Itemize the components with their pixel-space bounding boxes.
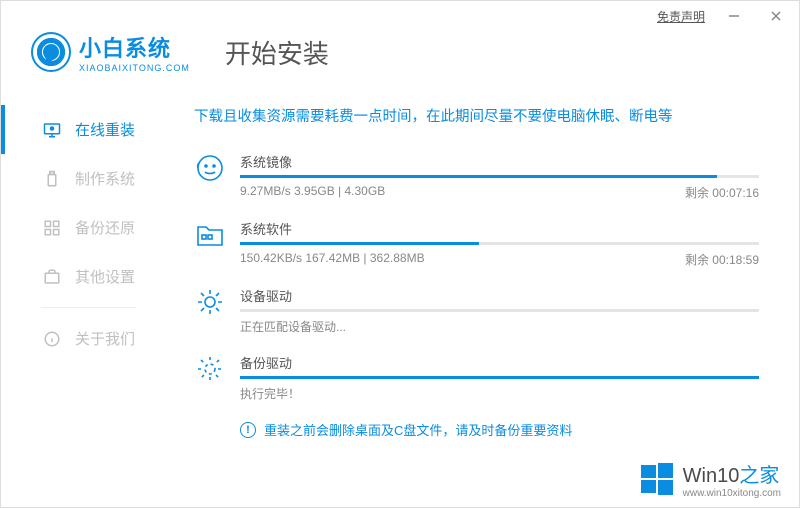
progress-bar — [240, 309, 759, 312]
task-title: 设备驱动 — [240, 286, 759, 305]
windows-icon — [639, 461, 675, 497]
brand-subtitle: XIAOBAIXITONG.COM — [79, 63, 190, 73]
close-button[interactable] — [763, 6, 789, 26]
watermark-brand: Win10之家 — [683, 459, 780, 488]
usb-icon — [43, 170, 61, 188]
subtitle: 下载且收集资源需要耗费一点时间，在此期间尽量不要使电脑休眠、断电等 — [194, 105, 759, 126]
sidebar-item-label: 制作系统 — [75, 168, 135, 189]
progress-bar — [240, 175, 759, 178]
briefcase-icon — [43, 268, 61, 286]
sidebar-item-label: 关于我们 — [75, 328, 135, 349]
sidebar-item-other-settings[interactable]: 其他设置 — [1, 252, 166, 301]
task-detail: 150.42KB/s 167.42MB | 362.88MB — [240, 251, 425, 268]
watermark: Win10之家 www.win10xitong.com — [639, 459, 781, 499]
gear-icon — [194, 286, 226, 318]
monitor-icon — [43, 121, 61, 139]
content: 下载且收集资源需要耗费一点时间，在此期间尽量不要使电脑休眠、断电等 系统镜像 9… — [166, 85, 799, 439]
task-remaining: 剩余 00:07:16 — [685, 184, 759, 201]
brand-name: 小白系统 — [79, 31, 190, 63]
disclaimer-link[interactable]: 免责声明 — [657, 8, 705, 25]
warning-message: ! 重装之前会删除桌面及C盘文件，请及时备份重要资料 — [240, 420, 759, 439]
task-title: 系统软件 — [240, 219, 759, 238]
progress-bar — [240, 242, 759, 245]
progress-bar — [240, 376, 759, 379]
watermark-url: www.win10xitong.com — [683, 488, 781, 499]
task-status: 正在匹配设备驱动... — [240, 318, 759, 335]
sidebar-item-online-reinstall[interactable]: 在线重装 — [1, 105, 166, 154]
warning-text: 重装之前会删除桌面及C盘文件，请及时备份重要资料 — [264, 420, 572, 439]
sidebar-separator — [41, 307, 136, 308]
task-title: 系统镜像 — [240, 152, 759, 171]
header: 小白系统 XIAOBAIXITONG.COM 开始安装 — [1, 31, 799, 85]
folder-icon — [194, 219, 226, 251]
page-title: 开始安装 — [225, 34, 329, 71]
task-system-software: 系统软件 150.42KB/s 167.42MB | 362.88MB 剩余 0… — [194, 219, 759, 268]
task-detail: 9.27MB/s 3.95GB | 4.30GB — [240, 184, 385, 201]
task-backup-driver: 备份驱动 执行完毕！ — [194, 353, 759, 402]
logo-icon — [31, 32, 71, 72]
face-icon — [194, 152, 226, 184]
grid-icon — [43, 219, 61, 237]
logo: 小白系统 XIAOBAIXITONG.COM — [31, 31, 190, 73]
task-device-driver: 设备驱动 正在匹配设备驱动... — [194, 286, 759, 335]
sidebar-item-backup-restore[interactable]: 备份还原 — [1, 203, 166, 252]
info-icon — [43, 330, 61, 348]
task-status: 执行完毕！ — [240, 385, 759, 402]
sidebar: 在线重装 制作系统 备份还原 其他设置 关于我们 — [1, 85, 166, 439]
sidebar-item-create-system[interactable]: 制作系统 — [1, 154, 166, 203]
task-remaining: 剩余 00:18:59 — [685, 251, 759, 268]
sidebar-item-label: 在线重装 — [75, 119, 135, 140]
gear-dashed-icon — [194, 353, 226, 385]
minimize-button[interactable] — [721, 6, 747, 26]
sidebar-item-label: 其他设置 — [75, 266, 135, 287]
task-title: 备份驱动 — [240, 353, 759, 372]
task-system-image: 系统镜像 9.27MB/s 3.95GB | 4.30GB 剩余 00:07:1… — [194, 152, 759, 201]
sidebar-item-label: 备份还原 — [75, 217, 135, 238]
info-icon: ! — [240, 422, 256, 438]
sidebar-item-about[interactable]: 关于我们 — [1, 314, 166, 363]
title-bar: 免责声明 — [1, 1, 799, 31]
